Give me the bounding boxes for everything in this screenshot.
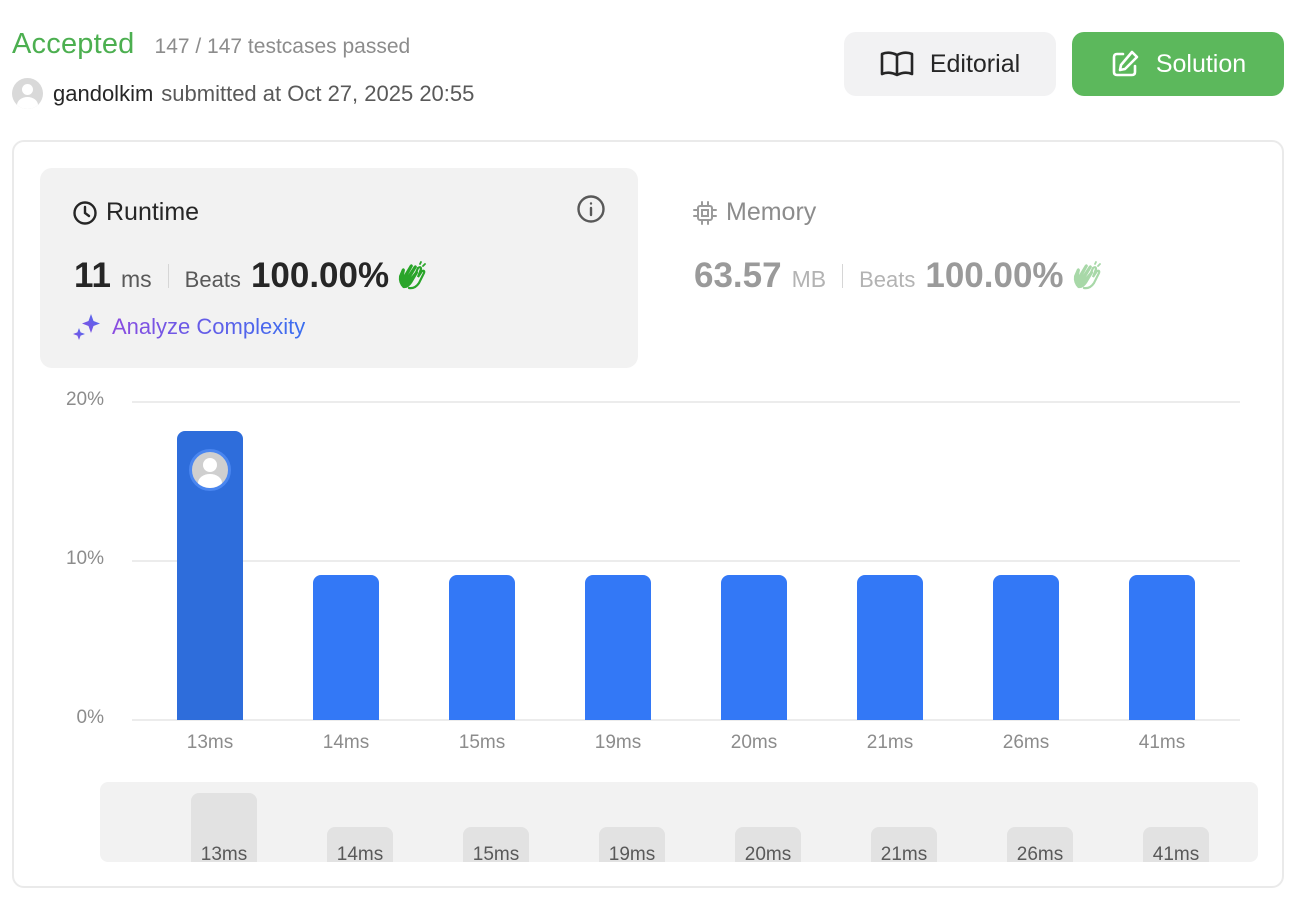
editorial-button[interactable]: Editorial [844,32,1056,96]
runtime-panel[interactable]: Runtime 11 ms Beats 100.00% Analyze Comp… [40,168,638,368]
gridline [132,719,1240,721]
memory-title: Memory [692,198,816,227]
info-icon[interactable] [576,194,606,224]
divider [167,264,169,288]
x-tick-label: 41ms [1138,732,1186,753]
range-label: 20ms [744,844,792,862]
clap-icon [398,261,427,290]
testcases-passed: 147 / 147 testcases passed [154,35,411,58]
status-line: Accepted 147 / 147 testcases passed [12,28,410,61]
x-tick-label: 14ms [322,732,370,753]
memory-value: 63.57 [694,256,782,295]
your-submission-avatar [189,448,231,491]
gridline [132,401,1240,403]
x-tick-label: 19ms [594,732,642,753]
range-selector[interactable]: 13ms 14ms 15ms 19ms 20ms 21ms 26ms 41ms [100,782,1258,862]
runtime-beats-label: Beats [184,267,241,292]
chart-bar-14ms[interactable] [313,575,379,720]
clap-icon [1073,261,1101,290]
chart-bar-15ms[interactable] [449,575,515,720]
submission-header: Accepted 147 / 147 testcases passed gand… [12,28,1292,109]
chart-bar-41ms[interactable] [1129,575,1195,720]
x-tick-label: 26ms [1002,732,1050,753]
range-label: 13ms [200,844,248,862]
status-accepted: Accepted [12,28,135,60]
runtime-title: Runtime [72,198,199,227]
divider [842,264,844,288]
chart-bar-21ms[interactable] [857,575,923,720]
analyze-complexity-button[interactable]: Analyze Complexity [72,312,305,342]
memory-metrics: 63.57 MB Beats 100.00% [694,256,1102,296]
y-tick-label: 20% [65,389,104,410]
username-link[interactable]: gandolkim [53,81,153,107]
runtime-distribution-chart[interactable]: 0% 10% 20% 13ms 14ms 15ms 19ms 20ms 21ms 26ms 41ms [14,382,1282,762]
gridline [132,560,1240,562]
range-label: 26ms [1016,844,1064,862]
y-tick-label: 0% [76,707,104,728]
sparkle-icon [73,314,100,340]
x-tick-label: 13ms [186,732,234,753]
runtime-value: 11 [74,256,111,295]
runtime-title-label: Runtime [106,198,200,226]
x-tick-label: 20ms [730,732,778,753]
result-card: Runtime 11 ms Beats 100.00% Analyze Comp… [12,140,1284,888]
range-label: 21ms [880,844,928,862]
edit-icon [1112,50,1139,77]
submission-info: gandolkim submitted at Oct 27, 2025 20:5… [12,78,474,109]
clock-icon [73,200,97,225]
submitted-time: submitted at Oct 27, 2025 20:55 [161,80,475,106]
memory-panel[interactable]: Memory 63.57 MB Beats 100.00% [674,168,1234,368]
range-label: 41ms [1152,844,1200,862]
memory-beats-value: 100.00% [925,256,1064,295]
editorial-label: Editorial [929,49,1021,78]
x-tick-label: 15ms [458,732,506,753]
chart-bar-19ms[interactable] [585,575,651,720]
memory-unit: MB [791,266,827,292]
chip-icon [693,200,717,225]
chart-bar-20ms[interactable] [721,575,787,720]
memory-beats-label: Beats [859,267,916,292]
x-tick-label: 21ms [866,732,914,753]
avatar[interactable] [12,78,43,109]
memory-title-label: Memory [726,198,817,226]
solution-button[interactable]: Solution [1072,32,1284,96]
analyze-complexity-label: Analyze Complexity [112,314,306,339]
y-tick-label: 10% [65,548,104,569]
runtime-metrics: 11 ms Beats 100.00% [74,256,427,296]
solution-label: Solution [1155,49,1247,78]
chart-bar-26ms[interactable] [993,575,1059,720]
range-label: 19ms [608,844,656,862]
range-label: 15ms [472,844,520,862]
runtime-beats-value: 100.00% [250,256,390,295]
range-label: 14ms [336,844,384,862]
runtime-unit: ms [121,266,152,292]
book-icon [880,51,914,77]
